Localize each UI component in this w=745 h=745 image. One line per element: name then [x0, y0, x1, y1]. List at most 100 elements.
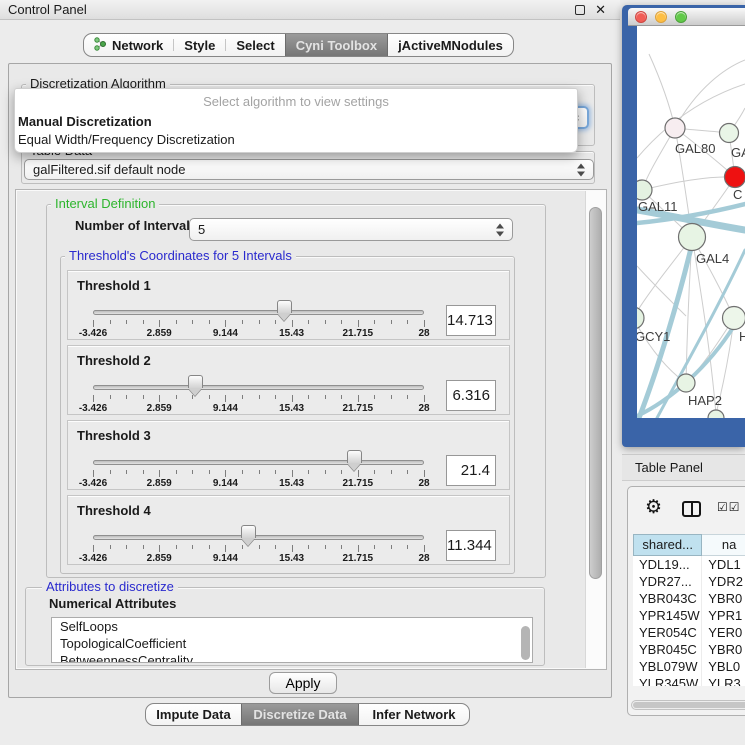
numerical-attribute-item[interactable]: SelfLoops	[52, 618, 532, 635]
threshold-2-label: Threshold 2	[77, 353, 151, 368]
node-label: HAP2	[688, 393, 722, 408]
tab-network-label: Network	[112, 38, 163, 53]
thresholds-group: Threshold's Coordinates for 5 Intervals …	[60, 256, 515, 574]
threshold-4-panel: Threshold 4 -3.4262.8599.14415.4321.7152…	[67, 495, 510, 565]
table-row[interactable]: YLR345WYLR3	[633, 675, 745, 686]
settings-scrollbar[interactable]	[585, 191, 605, 668]
table-row[interactable]: YER054CYER0	[633, 624, 745, 641]
numerical-attributes-heading: Numerical Attributes	[49, 596, 176, 611]
attributes-list-scrollbar-thumb[interactable]	[521, 626, 530, 660]
node-gal11[interactable]	[637, 180, 652, 200]
close-icon[interactable]: ✕	[595, 0, 606, 20]
threshold-3-label: Threshold 3	[77, 428, 151, 443]
popup-option-equal-width-frequency[interactable]: Equal Width/Frequency Discretization	[15, 130, 577, 148]
node-gal4[interactable]	[679, 224, 706, 251]
table-data-combo-value: galFiltered.sif default node	[33, 162, 185, 177]
network-edge[interactable]	[649, 54, 675, 128]
checkbox-icons[interactable]: ☑☑	[717, 500, 741, 514]
threshold-1-panel: Threshold 1 -3.4262.8599.14415.4321.7152…	[67, 270, 510, 340]
table-row[interactable]: YPR145WYPR1	[633, 607, 745, 624]
threshold-2-slider-track[interactable]	[93, 385, 424, 390]
numerical-attribute-item[interactable]: BetweennessCentrality	[52, 652, 532, 663]
table-horizontal-scrollbar-thumb[interactable]	[633, 702, 745, 708]
network-view-window: GAL80GACGAL11GAL4GCY1HHAP2	[622, 5, 745, 447]
threshold-4-slider-handle[interactable]	[241, 525, 256, 538]
threshold-4-label: Threshold 4	[77, 503, 151, 518]
tab-cyni-toolbox[interactable]: Cyni Toolbox	[285, 34, 388, 56]
node-right[interactable]	[723, 307, 745, 330]
minimize-traffic-light-icon[interactable]	[655, 11, 667, 23]
node-label: GAL4	[696, 251, 729, 266]
node-label: GA	[731, 145, 745, 160]
threshold-4-ticks	[93, 545, 424, 553]
numerical-attributes-list[interactable]: SelfLoopsTopologicalCoefficientBetweenne…	[51, 617, 533, 663]
network-window-titlebar[interactable]	[628, 8, 745, 26]
apply-button[interactable]: Apply	[269, 672, 337, 694]
table-row[interactable]: YDR27...YDR2	[633, 573, 745, 590]
close-traffic-light-icon[interactable]	[635, 11, 647, 23]
threshold-2-slider-handle[interactable]	[188, 375, 203, 388]
network-icon	[94, 37, 106, 54]
threshold-3-value-field[interactable]: 21.4	[446, 455, 496, 486]
column-header-shared-name[interactable]: shared...	[633, 534, 702, 556]
number-of-intervals-combo[interactable]: 5	[189, 218, 513, 241]
threshold-1-ticks	[93, 320, 424, 328]
float-window-icon[interactable]	[575, 5, 585, 15]
threshold-1-slider-handle[interactable]	[277, 300, 292, 313]
threshold-1-value-field[interactable]: 14.713	[446, 305, 496, 336]
threshold-1-slider-track[interactable]	[93, 310, 424, 315]
node-label: GCY1	[637, 329, 670, 344]
table-row[interactable]: YDL19...YDL1	[633, 556, 745, 573]
column-header-name[interactable]: na	[702, 534, 745, 556]
tab-jactivemnodules[interactable]: jActiveMNodules	[388, 34, 513, 56]
thresholds-group-title: Threshold's Coordinates for 5 Intervals	[65, 248, 296, 264]
table-panel-header: Table Panel	[622, 454, 745, 481]
numerical-attribute-item[interactable]: TopologicalCoefficient	[52, 635, 532, 652]
interval-definition-title: Interval Definition	[51, 196, 159, 212]
zoom-traffic-light-icon[interactable]	[675, 11, 687, 23]
threshold-3-slider-track[interactable]	[93, 460, 424, 465]
split-view-icon[interactable]	[682, 501, 701, 517]
algorithm-dropdown-popup: Select algorithm to view settings Manual…	[14, 88, 578, 153]
table-row[interactable]: YBL079WYBL0	[633, 658, 745, 675]
threshold-3-panel: Threshold 3 -3.4262.8599.14415.4321.7152…	[67, 420, 510, 490]
table-row[interactable]: YBR043CYBR0	[633, 590, 745, 607]
node-red[interactable]	[725, 167, 745, 188]
threshold-2-panel: Threshold 2 -3.4262.8599.14415.4321.7152…	[67, 345, 510, 415]
tab-network[interactable]: Network	[84, 34, 173, 56]
table-header-row: shared... na	[633, 534, 745, 556]
node-top-right[interactable]	[720, 124, 739, 143]
tab-discretize-data[interactable]: Discretize Data	[241, 704, 359, 725]
threshold-1-tick-labels: -3.4262.8599.14415.4321.71528	[93, 328, 424, 339]
algorithm-settings-panel: Interval Definition Number of Intervals …	[15, 189, 607, 670]
combo-stepper-icon	[496, 223, 505, 236]
network-edge[interactable]	[675, 60, 745, 128]
tab-infer-network[interactable]: Infer Network	[359, 704, 469, 725]
attributes-group-title: Attributes to discretize	[42, 579, 178, 595]
threshold-3-slider-handle[interactable]	[347, 450, 362, 463]
popup-option-manual-discretization[interactable]: Manual Discretization	[15, 112, 577, 130]
number-of-intervals-label: Number of Intervals	[75, 218, 197, 233]
table-row[interactable]: YBR045CYBR0	[633, 641, 745, 658]
table-horizontal-scrollbar[interactable]	[631, 700, 745, 710]
table-panel: ⚙ ☑☑ shared... na YDL19...YDL1YDR27...YD…	[627, 486, 745, 716]
node-hap2[interactable]	[677, 374, 695, 392]
network-canvas[interactable]: GAL80GACGAL11GAL4GCY1HHAP2	[637, 26, 745, 418]
table-data-combo[interactable]: galFiltered.sif default node	[24, 159, 594, 180]
threshold-4-slider-track[interactable]	[93, 535, 424, 540]
threshold-4-value-field[interactable]: 11.344	[446, 530, 496, 561]
node-label: H	[739, 329, 745, 344]
table-data-group: Table Data galFiltered.sif default node	[21, 151, 595, 184]
threshold-3-ticks	[93, 470, 424, 478]
network-edge[interactable]	[642, 177, 735, 190]
node-gcy1[interactable]	[637, 307, 644, 329]
tab-style[interactable]: Style	[174, 34, 225, 56]
node-label: C	[733, 187, 742, 202]
tab-select[interactable]: Select	[226, 34, 284, 56]
settings-scrollbar-thumb[interactable]	[589, 207, 602, 579]
gear-icon[interactable]: ⚙	[645, 496, 662, 519]
node-bottom[interactable]	[708, 410, 724, 418]
tab-impute-data[interactable]: Impute Data	[146, 704, 241, 725]
threshold-2-value-field[interactable]: 6.316	[446, 380, 496, 411]
node-gal80[interactable]	[665, 118, 685, 138]
